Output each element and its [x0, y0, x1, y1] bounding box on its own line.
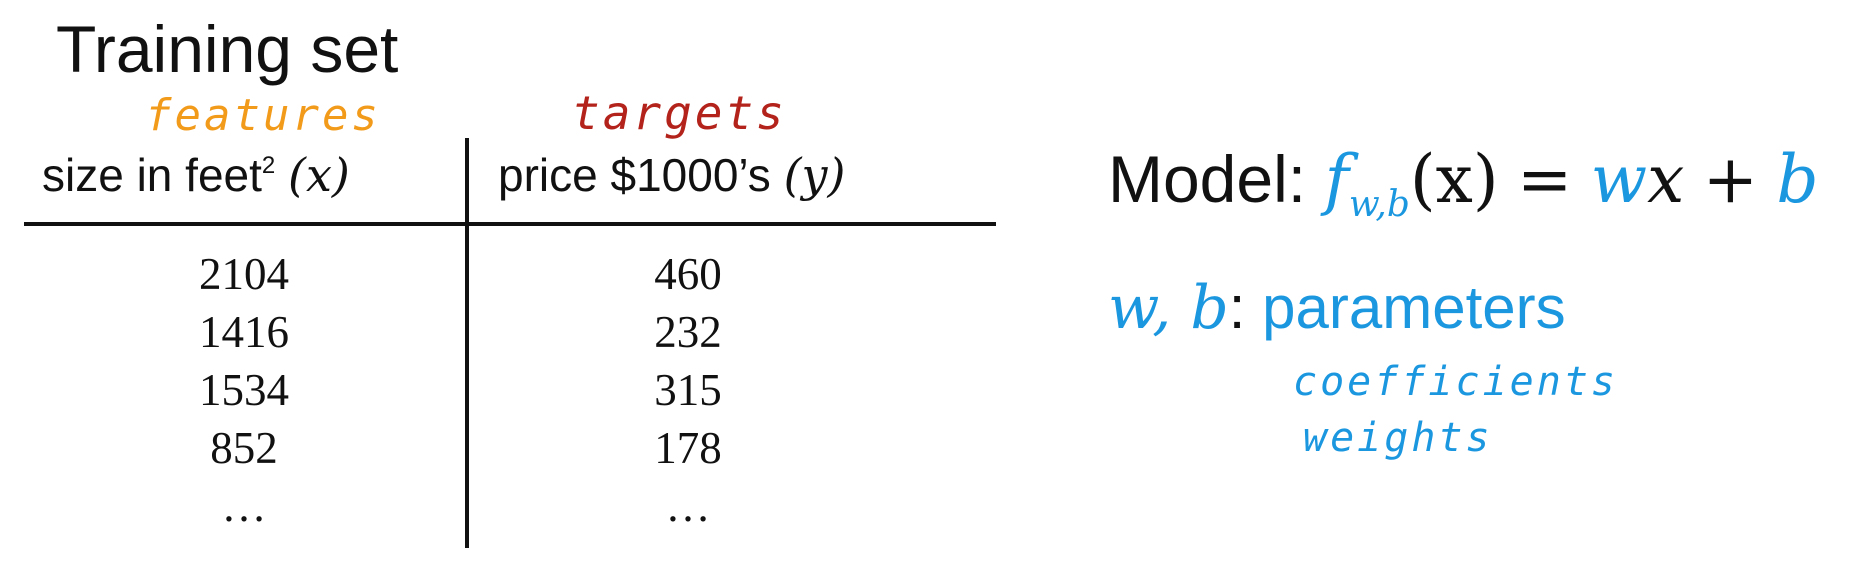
parameter-symbols: w, b — [1108, 273, 1229, 343]
size-header-variable: (x) — [288, 148, 350, 202]
price-cell: 178 — [654, 423, 722, 473]
model-input-symbol: x — [1647, 141, 1685, 218]
weights-annotation: weights — [1303, 415, 1493, 461]
model-function-argument: (x) — [1409, 141, 1499, 218]
model-equals: = — [1517, 141, 1573, 218]
price-cell: 460 — [654, 249, 722, 299]
model-weight-symbol: w — [1590, 141, 1648, 218]
model-label: Model: — [1108, 142, 1307, 216]
parameters-line: w, b: parameters — [1108, 278, 1566, 339]
price-column-header: price $1000’s (y) — [498, 152, 845, 198]
model-function-subscript: w,b — [1348, 184, 1410, 225]
model-bias-symbol: b — [1776, 141, 1819, 218]
size-header-text: size in feet — [42, 149, 262, 201]
size-cell: 2104 — [199, 249, 289, 299]
parameters-label: parameters — [1262, 274, 1566, 341]
price-cell-ellipsis: … — [665, 481, 711, 531]
model-function-symbol: f — [1324, 141, 1349, 218]
model-equation: Model: fw,b(x) = wx + b — [1108, 146, 1819, 223]
size-cell: 852 — [210, 423, 278, 473]
size-column-header: size in feet2 (x) — [42, 152, 350, 198]
coefficients-annotation: coefficients — [1293, 359, 1618, 405]
price-header-text: price $1000’s — [498, 149, 771, 201]
model-plus: + — [1702, 141, 1759, 218]
table-column-divider — [465, 138, 469, 548]
price-cell: 315 — [654, 365, 722, 415]
size-cell: 1534 — [199, 365, 289, 415]
price-cell: 232 — [654, 307, 722, 357]
targets-annotation: targets — [572, 86, 787, 140]
slide-title: Training set — [56, 12, 399, 86]
features-annotation: features — [145, 90, 381, 141]
size-cell: 1416 — [199, 307, 289, 357]
price-header-variable: (y) — [783, 148, 846, 202]
parameters-colon: : — [1228, 274, 1246, 341]
price-column: 460 232 315 178 … — [578, 245, 798, 535]
size-cell-ellipsis: … — [221, 481, 267, 531]
size-column: 2104 1416 1534 852 … — [134, 245, 354, 535]
size-header-superscript: 2 — [261, 152, 276, 179]
table-header-divider — [24, 222, 996, 226]
